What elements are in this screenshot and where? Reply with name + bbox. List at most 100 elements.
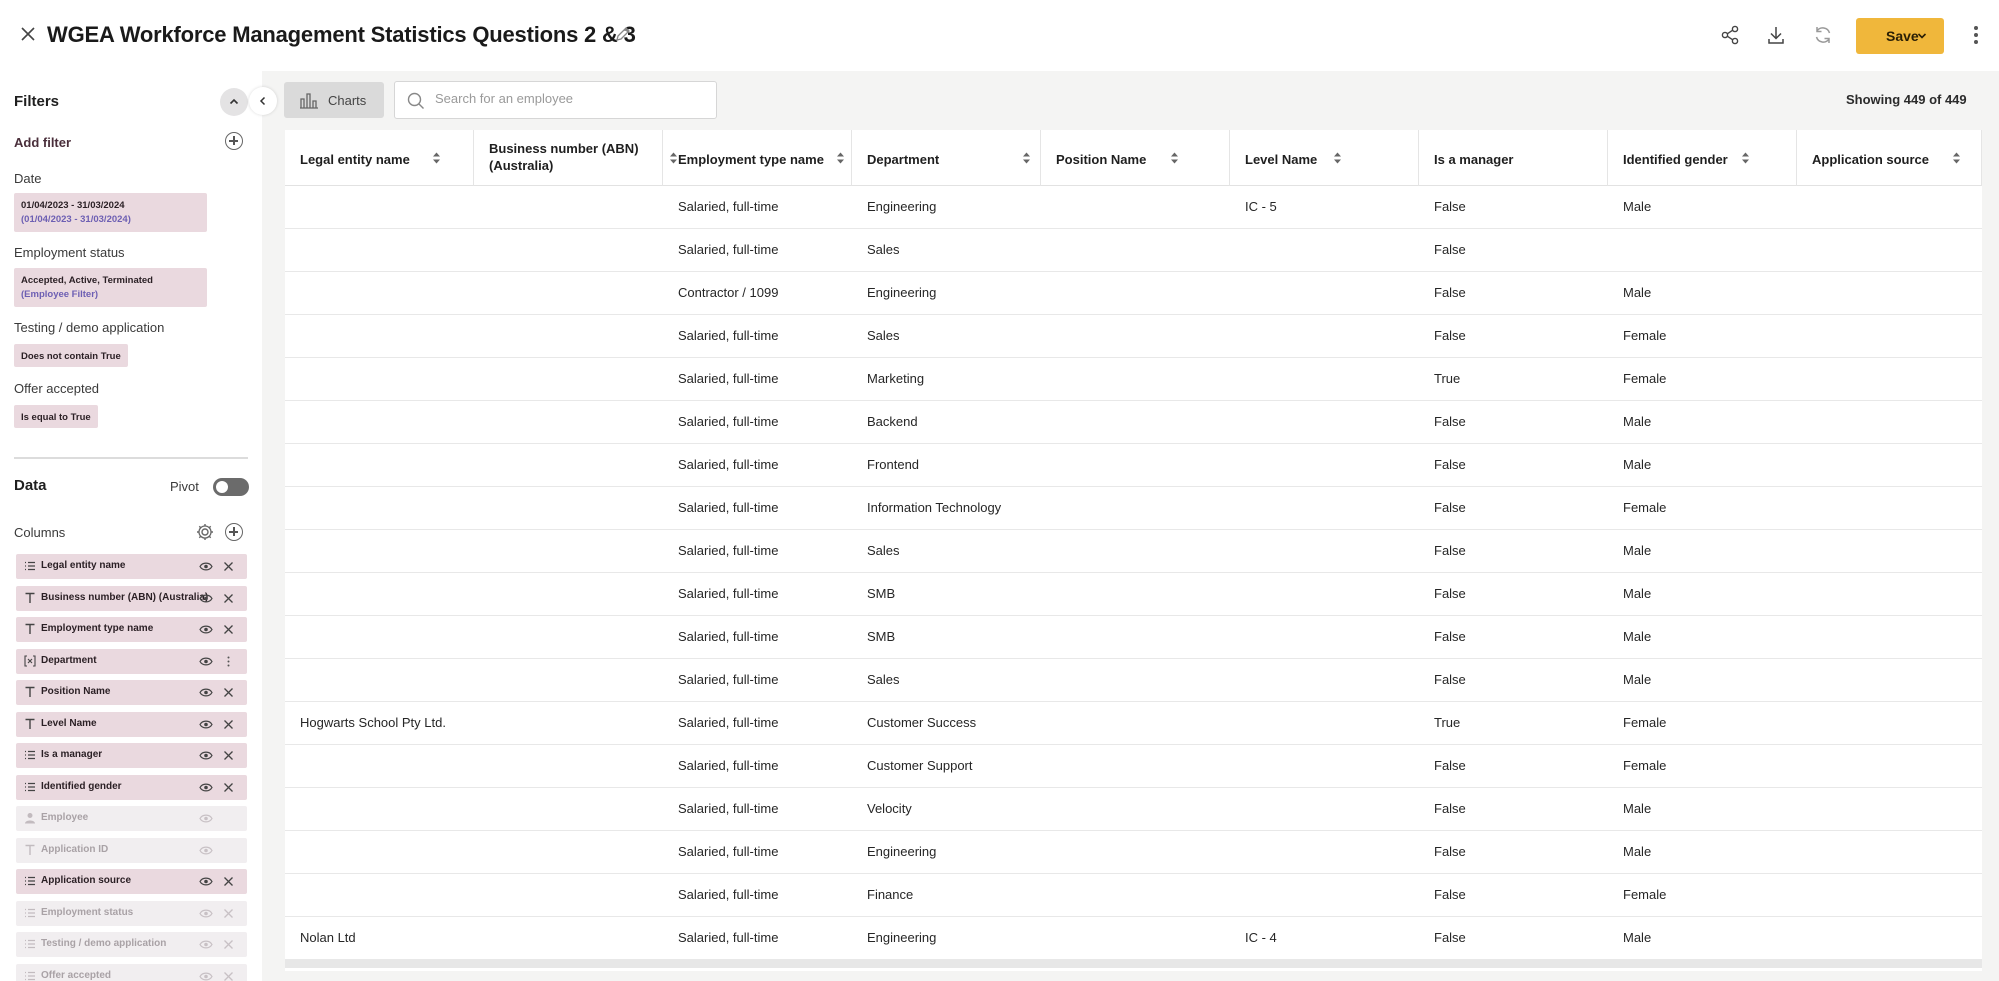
close-icon[interactable] xyxy=(18,24,38,44)
table-row[interactable]: Salaried, full-time Engineering IC - 5 Fals… xyxy=(285,186,1982,229)
table-row[interactable]: Salaried, full-time Sales False Male xyxy=(285,530,1982,573)
table-row[interactable]: Salaried, full-time Sales False xyxy=(285,229,1982,272)
filter-chip-employment-status[interactable]: Accepted, Active, Terminated (Employee F… xyxy=(14,268,207,307)
table-row[interactable]: Contractor / 1099 Engineering False Male xyxy=(285,272,1982,315)
refresh-icon[interactable] xyxy=(1812,24,1834,46)
close-icon[interactable] xyxy=(223,782,234,793)
close-icon[interactable] xyxy=(223,971,234,981)
filter-chip-offer-accepted[interactable]: Is equal to True xyxy=(14,405,98,428)
column-item[interactable]: Employee xyxy=(16,806,247,831)
person-icon xyxy=(24,812,36,825)
add-column-plus-icon[interactable] xyxy=(225,523,243,541)
column-header[interactable]: Position Name xyxy=(1041,130,1230,186)
eye-icon[interactable] xyxy=(199,719,213,730)
gear-icon[interactable] xyxy=(195,522,215,542)
sort-icon[interactable] xyxy=(1952,151,1961,165)
close-icon[interactable] xyxy=(223,719,234,730)
table-row[interactable]: Salaried, full-time Backend False Male xyxy=(285,401,1982,444)
table-row[interactable]: Salaried, full-time Customer Support False… xyxy=(285,745,1982,788)
close-icon[interactable] xyxy=(223,908,234,919)
column-header-label: Department xyxy=(867,152,940,167)
column-item-label: Application source xyxy=(41,875,132,886)
column-header[interactable]: Is a manager xyxy=(1419,130,1608,186)
collapse-sidebar-button[interactable] xyxy=(249,87,277,115)
eye-icon[interactable] xyxy=(199,782,213,793)
column-item[interactable]: Business number (ABN) (Australia) xyxy=(16,585,247,611)
table-row[interactable]: Nolan Ltd Salaried, full-time Engineering I… xyxy=(285,917,1982,960)
table-row[interactable]: Salaried, full-time Sales False Male xyxy=(285,659,1982,702)
more-vertical-icon[interactable] xyxy=(223,656,234,667)
column-item[interactable]: Testing / demo application xyxy=(16,932,247,957)
collapse-filters-button[interactable] xyxy=(220,88,248,116)
column-item[interactable]: Position Name xyxy=(16,680,247,705)
sort-icon[interactable] xyxy=(1022,151,1031,165)
table-row[interactable]: Salaried, full-time Frontend False Male xyxy=(285,444,1982,487)
column-item[interactable]: Level Name xyxy=(16,711,247,737)
column-item[interactable]: Employment status xyxy=(16,900,247,926)
eye-icon[interactable] xyxy=(199,750,213,761)
sort-icon[interactable] xyxy=(1170,151,1179,165)
eye-icon[interactable] xyxy=(199,656,213,667)
pivot-toggle[interactable] xyxy=(213,478,249,496)
sort-icon[interactable] xyxy=(1741,151,1750,165)
eye-icon[interactable] xyxy=(199,687,213,698)
column-item[interactable]: Is a manager xyxy=(16,743,247,768)
edit-pencil-icon[interactable] xyxy=(614,25,632,43)
column-header[interactable]: Business number (ABN) (Australia) xyxy=(474,130,677,186)
column-item[interactable]: Application ID xyxy=(16,837,247,863)
add-filter-link[interactable]: Add filter xyxy=(14,135,71,150)
close-icon[interactable] xyxy=(223,593,234,604)
table-row[interactable]: Salaried, full-time Marketing True Female xyxy=(285,358,1982,401)
add-filter-plus-icon[interactable] xyxy=(225,132,243,150)
column-header[interactable]: Identified gender xyxy=(1608,130,1797,186)
eye-icon[interactable] xyxy=(199,845,213,856)
filter-chip-date[interactable]: 01/04/2023 - 31/03/2024 (01/04/2023 - 31… xyxy=(14,193,207,232)
charts-button[interactable]: Charts xyxy=(284,82,384,118)
eye-icon[interactable] xyxy=(199,561,213,572)
column-item[interactable]: Offer accepted xyxy=(16,963,247,981)
column-item[interactable]: Identified gender xyxy=(16,774,247,800)
column-header[interactable]: Department xyxy=(852,130,1041,186)
search-input[interactable] xyxy=(435,91,705,106)
eye-icon[interactable] xyxy=(199,908,213,919)
close-icon[interactable] xyxy=(223,687,234,698)
close-icon[interactable] xyxy=(223,561,234,572)
close-icon[interactable] xyxy=(223,750,234,761)
column-header[interactable]: Application source xyxy=(1797,130,1982,186)
close-icon[interactable] xyxy=(223,876,234,887)
filter-chip-testing-demo[interactable]: Does not contain True xyxy=(14,344,128,367)
eye-icon[interactable] xyxy=(199,624,213,635)
column-header[interactable]: Employment type name xyxy=(663,130,852,186)
column-item[interactable]: Application source xyxy=(16,869,247,894)
eye-icon[interactable] xyxy=(199,876,213,887)
share-icon[interactable] xyxy=(1719,24,1741,46)
table-row[interactable]: Salaried, full-time Engineering False Male xyxy=(285,831,1982,874)
column-header[interactable]: Legal entity name xyxy=(285,130,474,186)
table-row[interactable]: Salaried, full-time Information Technolog… xyxy=(285,487,1982,530)
horizontal-scrollbar[interactable] xyxy=(285,960,1982,968)
column-item[interactable]: Legal entity name xyxy=(16,554,247,579)
eye-icon[interactable] xyxy=(199,939,213,950)
download-icon[interactable] xyxy=(1765,24,1787,46)
table-row[interactable]: Salaried, full-time SMB False Male xyxy=(285,573,1982,616)
sort-icon[interactable] xyxy=(1333,151,1342,165)
sort-icon[interactable] xyxy=(432,151,441,165)
eye-icon[interactable] xyxy=(199,971,213,981)
eye-icon[interactable] xyxy=(199,813,213,824)
save-button[interactable]: Save xyxy=(1856,18,1944,54)
table-row[interactable]: Salaried, full-time Velocity False Male xyxy=(285,788,1982,831)
sort-icon[interactable] xyxy=(836,151,845,165)
table-row[interactable]: Salaried, full-time Finance False Female xyxy=(285,874,1982,917)
more-options-icon[interactable] xyxy=(1968,24,1984,46)
column-item[interactable]: Employment type name xyxy=(16,617,247,642)
close-icon[interactable] xyxy=(223,939,234,950)
column-header[interactable]: Level Name xyxy=(1230,130,1419,186)
table-row[interactable]: Salaried, full-time Sales False Female xyxy=(285,315,1982,358)
close-icon[interactable] xyxy=(223,624,234,635)
chevron-down-icon[interactable] xyxy=(1917,31,1927,41)
table-row[interactable]: Hogwarts School Pty Ltd. Salaried, full-t… xyxy=(285,702,1982,745)
table-cell: Female xyxy=(1623,328,1667,343)
eye-icon[interactable] xyxy=(199,593,213,604)
column-item[interactable]: Department xyxy=(16,648,247,674)
table-row[interactable]: Salaried, full-time SMB False Male xyxy=(285,616,1982,659)
